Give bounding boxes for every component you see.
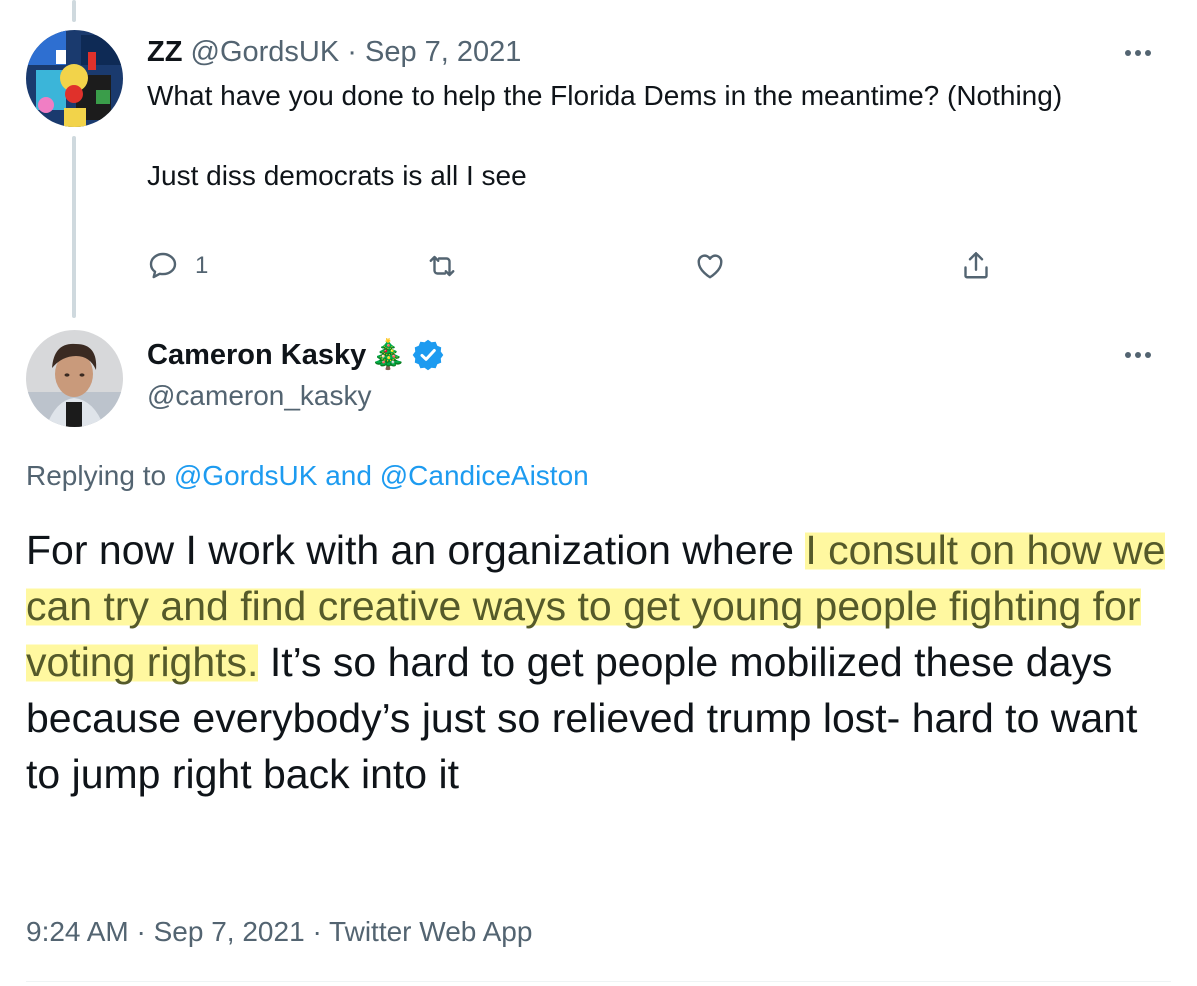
reply-button[interactable]: 1 — [145, 246, 208, 286]
thread-line-top — [72, 0, 76, 22]
more-icon[interactable] — [1118, 340, 1158, 370]
main-tweet-text: For now I work with an organization wher… — [26, 522, 1176, 802]
tweet-time[interactable]: 9:24 AM — [26, 916, 129, 947]
tweet-date[interactable]: Sep 7, 2021 — [154, 916, 305, 947]
christmas-tree-emoji: 🎄 — [370, 339, 407, 371]
reply-date[interactable]: Sep 7, 2021 — [365, 36, 521, 68]
thread-line — [72, 136, 76, 318]
tweet-source[interactable]: Twitter Web App — [329, 916, 532, 947]
divider — [26, 981, 1171, 982]
main-display-name[interactable]: Cameron Kasky — [147, 337, 366, 373]
replying-user-link-gordsuk[interactable]: @GordsUK — [174, 460, 318, 491]
meta-separator: · — [136, 916, 146, 947]
replying-user-link-candiceaiston[interactable]: @CandiceAiston — [380, 460, 589, 491]
main-handle[interactable]: @cameron_kasky — [147, 378, 372, 414]
share-button[interactable] — [958, 246, 994, 286]
replying-prefix: Replying to — [26, 460, 167, 491]
verified-badge-icon — [410, 337, 446, 373]
replying-to-line: Replying to @GordsUK and @CandiceAiston — [26, 458, 589, 494]
retweet-icon — [429, 255, 455, 277]
reply-text-line-1: What have you done to help the Florida D… — [147, 80, 1063, 111]
more-dot — [1125, 352, 1131, 358]
more-dot — [1135, 50, 1141, 56]
heart-icon — [697, 254, 723, 279]
meta-separator: · — [312, 916, 322, 947]
more-dot — [1125, 50, 1131, 56]
reply-handle[interactable]: @GordsUK — [191, 36, 340, 68]
reply-count: 1 — [195, 252, 209, 279]
main-author-name-row: Cameron Kasky 🎄 — [147, 337, 446, 373]
header-separator: · — [347, 36, 357, 68]
reply-tweet-text: What have you done to help the Florida D… — [147, 80, 1147, 192]
avatar-gordsuk[interactable] — [26, 30, 123, 127]
comment-icon — [149, 252, 177, 279]
tweet-metadata: 9:24 AM · Sep 7, 2021 · Twitter Web App — [26, 914, 532, 950]
reply-header: ZZ @GordsUK · Sep 7, 2021 — [147, 34, 521, 70]
reply-text-line-2: Just diss democrats is all I see — [147, 160, 527, 191]
reply-display-name[interactable]: ZZ — [147, 36, 182, 68]
replying-and[interactable]: and — [325, 460, 372, 491]
retweet-button[interactable] — [424, 246, 460, 286]
avatar-cameron-kasky[interactable] — [26, 330, 123, 427]
more-icon[interactable] — [1118, 38, 1158, 68]
more-dot — [1135, 352, 1141, 358]
like-button[interactable] — [692, 246, 728, 286]
more-dot — [1145, 50, 1151, 56]
share-icon — [964, 252, 988, 279]
more-dot — [1145, 352, 1151, 358]
tweet-text-part1: For now I work with an organization wher… — [26, 527, 806, 573]
